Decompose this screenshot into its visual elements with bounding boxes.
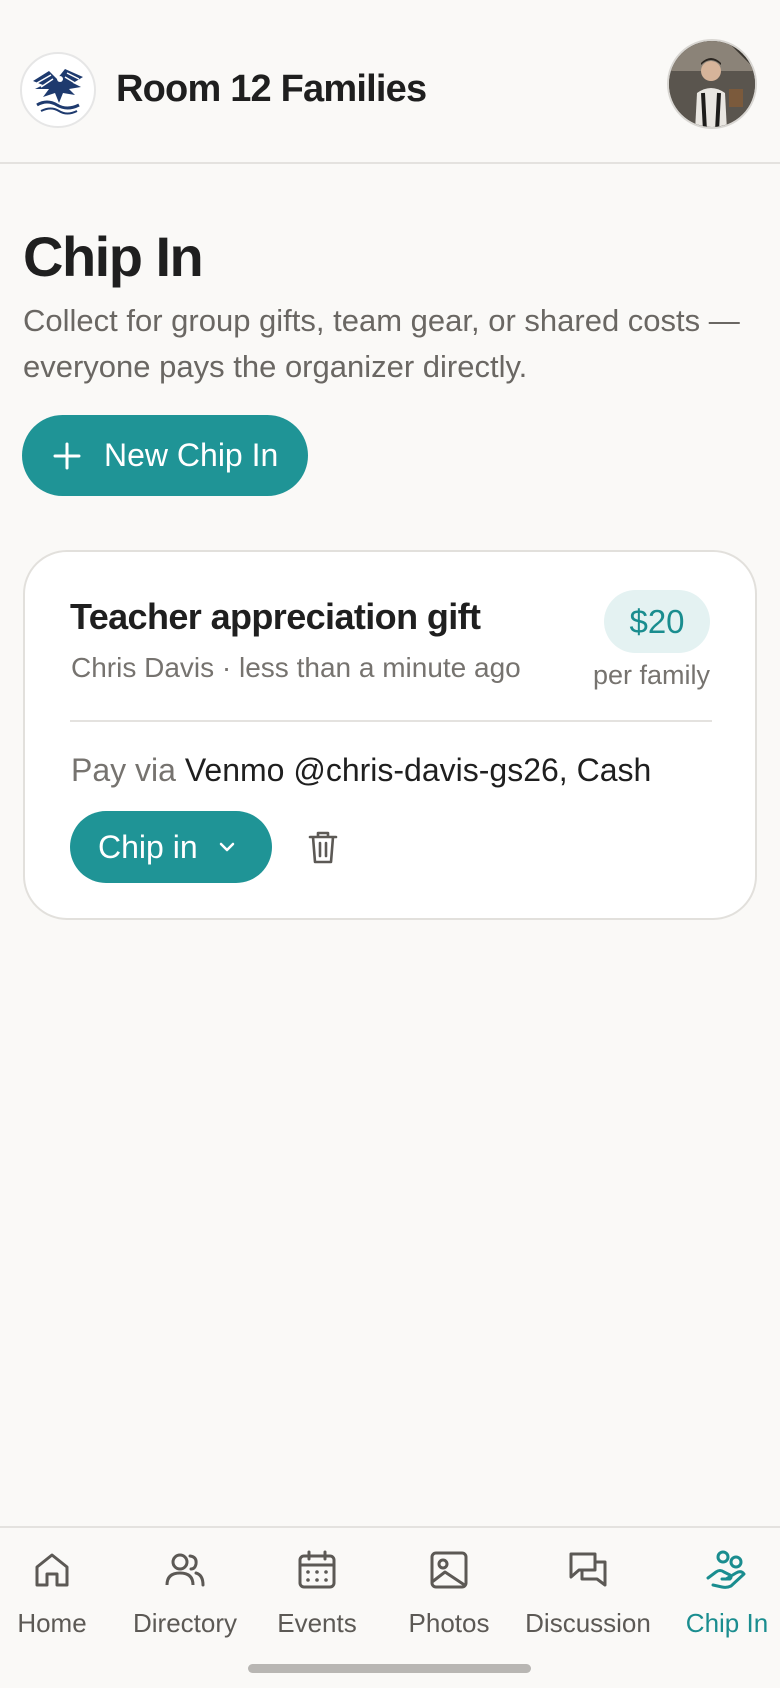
chip-in-meta: Chris Davis · less than a minute ago bbox=[71, 652, 521, 683]
new-chip-in-label: New Chip In bbox=[104, 437, 279, 473]
chip-in-button-label: Chip in bbox=[98, 828, 198, 865]
group-logo[interactable] bbox=[20, 52, 96, 128]
chevron-down-icon bbox=[219, 842, 234, 852]
home-icon bbox=[35, 1553, 69, 1587]
chat-icon bbox=[569, 1552, 607, 1587]
nav-label-chip-in: Chip In bbox=[685, 1608, 769, 1638]
person-photo-icon bbox=[669, 41, 755, 127]
page-title: Chip In bbox=[23, 225, 204, 288]
app-root: Room 12 Families Chip In Collect for gro… bbox=[0, 0, 780, 1688]
group-title: Room 12 Families bbox=[116, 68, 427, 110]
people-icon bbox=[165, 1553, 205, 1587]
nav-item-events[interactable]: Events bbox=[270, 1548, 364, 1648]
amount-badge: $20 bbox=[604, 590, 710, 653]
pay-via-label: Pay via bbox=[71, 752, 176, 788]
hand-coins-icon bbox=[706, 1550, 746, 1589]
nav-label-directory: Directory bbox=[132, 1608, 237, 1638]
nav-label-discussion: Discussion bbox=[525, 1608, 651, 1638]
nav-item-discussion[interactable]: Discussion bbox=[522, 1548, 654, 1648]
payment-methods: Pay via Venmo @chris-davis-gs26, Cash bbox=[71, 752, 651, 789]
chip-in-card: Teacher appreciation gift Chris Davis · … bbox=[23, 550, 757, 920]
chip-in-title: Teacher appreciation gift bbox=[70, 596, 481, 637]
chip-in-dropdown-button[interactable]: Chip in bbox=[70, 811, 272, 883]
eagle-logo-icon bbox=[28, 60, 88, 120]
nav-item-chip-in[interactable]: Chip In bbox=[682, 1548, 772, 1648]
plus-icon bbox=[53, 442, 81, 469]
home-indicator[interactable] bbox=[248, 1664, 531, 1673]
new-chip-in-button[interactable]: New Chip In bbox=[22, 415, 308, 496]
nav-item-photos[interactable]: Photos bbox=[400, 1548, 498, 1648]
top-header: Room 12 Families bbox=[0, 0, 780, 164]
nav-label-photos: Photos bbox=[408, 1608, 490, 1638]
nav-item-home[interactable]: Home bbox=[14, 1548, 90, 1648]
card-divider bbox=[70, 720, 712, 722]
page-description: Collect for group gifts, team gear, or s… bbox=[23, 303, 740, 384]
pay-methods-value: Venmo @chris-davis-gs26, Cash bbox=[184, 752, 652, 788]
nav-label-events: Events bbox=[277, 1608, 357, 1638]
amount-unit: per family bbox=[592, 660, 710, 690]
image-icon bbox=[430, 1551, 468, 1589]
nav-item-directory[interactable]: Directory bbox=[124, 1548, 246, 1648]
trash-icon[interactable] bbox=[307, 829, 339, 865]
user-avatar[interactable] bbox=[667, 39, 757, 129]
nav-label-home: Home bbox=[17, 1608, 87, 1638]
calendar-icon bbox=[298, 1550, 336, 1589]
